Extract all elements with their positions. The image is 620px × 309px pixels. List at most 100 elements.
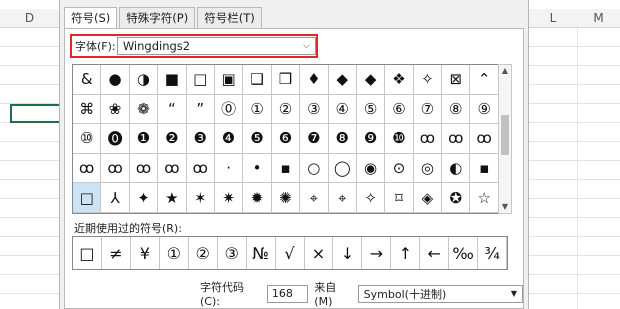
symbol-cell[interactable]: ❽ [328, 124, 357, 154]
symbol-cell[interactable]: ❑ [243, 65, 272, 95]
symbol-cell[interactable]: ⑧ [442, 94, 471, 125]
recent-symbol-cell[interactable]: ≠ [102, 237, 131, 269]
scroll-down-icon[interactable]: ▼ [499, 201, 511, 213]
symbol-cell[interactable]: ❾ [356, 124, 386, 154]
symbol-cell[interactable]: □ [73, 183, 102, 213]
symbol-cell[interactable]: ⊙ [385, 153, 414, 184]
symbol-cell[interactable]: ❿ [385, 124, 414, 154]
recent-symbol-cell[interactable]: ← [420, 237, 450, 269]
recent-symbol-cell[interactable]: ② [189, 237, 218, 269]
font-select[interactable]: Wingdings2 ⌵ [116, 37, 316, 55]
symbol-cell[interactable]: ꝏ [101, 153, 130, 184]
symbol-cell[interactable]: ◆ [328, 65, 357, 95]
tab-symbols[interactable]: 符号(S) [64, 7, 118, 29]
symbol-cell[interactable]: ✦ [129, 183, 159, 213]
column-header-m[interactable]: M [577, 9, 620, 28]
recent-symbol-cell[interactable]: № [247, 237, 276, 269]
symbol-cell[interactable]: ❖ [385, 65, 414, 95]
symbol-cell[interactable]: ⑥ [385, 94, 414, 125]
symbol-cell[interactable]: ■ [158, 65, 187, 95]
symbol-cell[interactable]: ꝏ [186, 153, 215, 184]
tab-symbol-bar[interactable]: 符号栏(T) [197, 7, 262, 28]
symbol-cell[interactable]: ❸ [186, 124, 215, 154]
symbol-cell[interactable]: ◉ [356, 153, 386, 184]
symbol-cell[interactable]: ✪ [442, 183, 471, 213]
symbol-cell[interactable]: ” [186, 94, 215, 125]
symbol-cell[interactable]: ❼ [300, 124, 329, 154]
symbol-cell[interactable]: ⌃ [470, 65, 499, 95]
symbol-cell[interactable]: ⌖ [300, 183, 329, 213]
symbol-cell[interactable]: ◑ [129, 65, 159, 95]
symbol-cell[interactable]: • [243, 153, 272, 184]
recent-symbol-cell[interactable]: → [362, 237, 392, 269]
symbol-cell[interactable]: ❒ [271, 65, 301, 95]
symbol-cell[interactable]: & [73, 65, 102, 95]
symbol-cell[interactable]: ⓪ [214, 94, 244, 125]
symbol-cell[interactable]: ❹ [214, 124, 244, 154]
recent-symbol-cell[interactable]: ↑ [391, 237, 421, 269]
character-code-input[interactable]: 168 [266, 284, 309, 303]
symbol-cell[interactable]: ✺ [271, 183, 301, 213]
symbol-grid-scrollbar[interactable]: ▲ ▼ [498, 64, 512, 214]
column-header-l[interactable]: L [529, 9, 577, 28]
symbol-cell[interactable]: ꝏ [158, 153, 187, 184]
symbol-cell[interactable]: ✧ [356, 183, 386, 213]
symbol-cell[interactable]: ▪ [470, 153, 499, 184]
dropdown-arrow-icon[interactable]: ▼ [511, 289, 517, 298]
symbol-cell[interactable]: ꝏ [442, 124, 471, 154]
symbol-cell[interactable]: ꝏ [73, 153, 102, 184]
symbol-cell[interactable]: ⑨ [470, 94, 499, 125]
symbol-cell[interactable]: ● [101, 65, 130, 95]
symbol-cell[interactable]: ♦ [300, 65, 329, 95]
recent-symbol-cell[interactable]: □ [73, 237, 102, 269]
symbol-cell[interactable]: ⊠ [442, 65, 471, 95]
recent-symbol-cell[interactable]: ¥ [131, 237, 160, 269]
symbol-cell[interactable]: ◆ [356, 65, 386, 95]
recent-symbol-cell[interactable]: √ [276, 237, 305, 269]
chevron-down-icon[interactable]: ⌵ [303, 41, 310, 51]
scroll-up-icon[interactable]: ▲ [499, 65, 511, 77]
symbol-cell[interactable]: ꝏ [413, 124, 443, 154]
symbol-cell[interactable]: ① [243, 94, 272, 125]
symbol-cell[interactable]: ◐ [442, 153, 471, 184]
symbol-cell[interactable]: ꝏ [129, 153, 159, 184]
symbol-cell[interactable]: ○ [300, 153, 329, 184]
symbol-cell[interactable]: ⓿ [101, 124, 130, 154]
symbol-cell[interactable]: ④ [328, 94, 357, 125]
symbol-cell[interactable]: ◯ [328, 153, 357, 184]
symbol-cell[interactable]: ❷ [158, 124, 187, 154]
from-select[interactable]: Symbol(十进制) ▼ [357, 284, 523, 303]
symbol-cell[interactable]: ▪ [271, 153, 301, 184]
column-header-d[interactable]: D [0, 9, 59, 28]
symbol-cell[interactable]: ✷ [214, 183, 244, 213]
symbol-cell[interactable]: ⑦ [413, 94, 443, 125]
symbol-cell[interactable]: ❺ [243, 124, 272, 154]
symbol-cell[interactable]: ꝏ [470, 124, 499, 154]
symbol-cell[interactable]: ▣ [214, 65, 244, 95]
symbol-cell[interactable]: ★ [158, 183, 187, 213]
symbol-cell[interactable]: ⅄ [101, 183, 130, 213]
selected-cell[interactable] [10, 104, 63, 123]
recent-symbol-cell[interactable]: ① [160, 237, 189, 269]
recent-symbol-cell[interactable]: ③ [218, 237, 247, 269]
recent-symbol-cell[interactable]: × [305, 237, 334, 269]
symbol-cell[interactable]: · [214, 153, 244, 184]
recent-symbol-cell[interactable]: ¾ [478, 237, 508, 269]
symbol-cell[interactable]: ⌖ [328, 183, 357, 213]
symbol-cell[interactable]: ③ [300, 94, 329, 125]
symbol-cell[interactable]: ❁ [129, 94, 159, 125]
tab-special-characters[interactable]: 特殊字符(P) [119, 7, 196, 28]
symbol-cell[interactable]: ✧ [413, 65, 443, 95]
symbol-cell[interactable]: ⌑ [385, 183, 414, 213]
symbol-cell[interactable]: ☆ [470, 183, 499, 213]
recent-symbol-cell[interactable]: ↓ [333, 237, 363, 269]
symbol-cell[interactable]: ⌘ [73, 94, 102, 125]
symbol-cell[interactable]: ◎ [413, 153, 443, 184]
recent-symbol-cell[interactable]: ‰ [449, 237, 479, 269]
symbol-cell[interactable]: ✶ [186, 183, 215, 213]
symbol-cell[interactable]: ② [271, 94, 301, 125]
symbol-cell[interactable]: ⑤ [356, 94, 386, 125]
symbol-cell[interactable]: ✹ [243, 183, 272, 213]
symbol-cell[interactable]: “ [158, 94, 187, 125]
symbol-cell[interactable]: ⑩ [73, 124, 102, 154]
